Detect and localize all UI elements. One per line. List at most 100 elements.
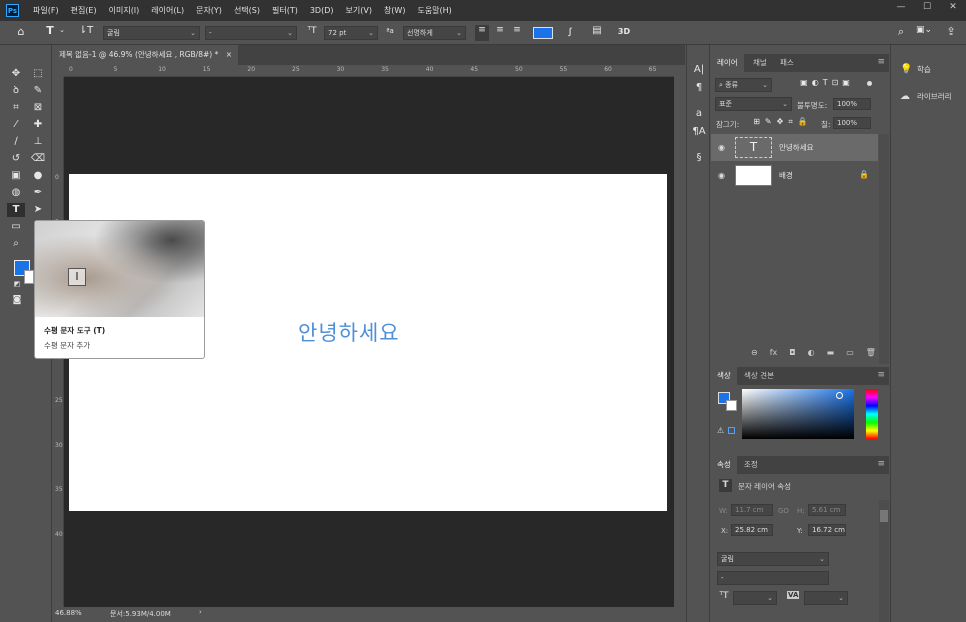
healing-brush-tool-icon[interactable]: ✚: [30, 118, 46, 132]
layer-filter-select[interactable]: ⌕ 종류 ⌄: [715, 78, 772, 92]
canvas-text-layer[interactable]: 안녕하세요: [298, 317, 400, 347]
opacity-field[interactable]: 100%: [833, 98, 871, 110]
menu-3d[interactable]: 3D(D): [304, 0, 340, 21]
tab-properties[interactable]: 속성: [711, 456, 737, 474]
font-size-select[interactable]: 72 pt ⌄: [324, 26, 378, 40]
eye-icon[interactable]: ◉: [718, 171, 725, 180]
frame-tool-icon[interactable]: ⊠: [30, 101, 46, 115]
search-icon[interactable]: ⌕: [894, 25, 908, 39]
gradient-tool-icon[interactable]: ▣: [8, 169, 24, 183]
panel-menu-icon[interactable]: ≡: [877, 57, 885, 67]
align-left-icon[interactable]: ≡: [475, 25, 489, 41]
h-field[interactable]: 5.61 cm: [808, 504, 846, 516]
eye-icon[interactable]: ◉: [718, 143, 725, 152]
layers-scrollbar[interactable]: [879, 134, 889, 364]
link-layers-icon[interactable]: ⊖: [751, 348, 758, 357]
align-right-icon[interactable]: ≡: [510, 25, 524, 35]
color-bg-swatch[interactable]: [726, 400, 737, 411]
stamp-tool-icon[interactable]: ⊥: [30, 135, 46, 149]
eraser-tool-icon[interactable]: ⌫: [30, 152, 46, 166]
crop-tool-icon[interactable]: ⌗: [8, 101, 24, 115]
fill-field[interactable]: 100%: [833, 117, 871, 129]
gamut-warning-icon[interactable]: ⚠: [717, 426, 724, 435]
menu-view[interactable]: 보기(V): [340, 0, 378, 21]
antialias-select[interactable]: 선명하게 ⌄: [403, 26, 466, 40]
text-color-swatch[interactable]: [533, 27, 553, 39]
properties-size-select[interactable]: ⌄: [733, 591, 777, 605]
type-tool-icon[interactable]: T: [7, 203, 25, 217]
marquee-tool-icon[interactable]: ⬚: [30, 67, 46, 81]
document-tab[interactable]: 제목 없음-1 @ 46.9% (안녕하세요 , RGB/8#) * ×: [53, 45, 238, 65]
warp-text-icon[interactable]: ꭍ: [563, 25, 577, 40]
swap-colors-icon[interactable]: ◩: [9, 277, 25, 291]
learn-button[interactable]: 💡 학습: [891, 59, 966, 81]
background-color-swatch[interactable]: [24, 270, 34, 284]
new-layer-icon[interactable]: ▭: [846, 348, 854, 357]
y-field[interactable]: 16.72 cm: [808, 524, 846, 536]
layer-name[interactable]: 배경: [779, 170, 793, 181]
menu-help[interactable]: 도움말(H): [411, 0, 457, 21]
status-menu-arrow[interactable]: ›: [199, 608, 202, 616]
character-panel-icon[interactable]: ▤: [590, 25, 604, 36]
eyedropper-tool-icon[interactable]: ⁄: [8, 118, 24, 132]
text-tool-preset-icon[interactable]: T: [42, 24, 58, 37]
menu-window[interactable]: 창(W): [378, 0, 412, 21]
para-styles-icon[interactable]: ¶A: [691, 125, 707, 139]
x-field[interactable]: 25.82 cm: [731, 524, 773, 536]
paragraph-icon[interactable]: ¶: [691, 81, 707, 95]
tab-adjustments[interactable]: 조정: [738, 456, 764, 474]
add-mask-icon[interactable]: ◘: [789, 348, 795, 357]
layer-filter-icons[interactable]: ▣◐T⊡▣: [781, 78, 873, 87]
glyphs-icon[interactable]: §: [691, 151, 707, 165]
lock-icons[interactable]: ⊞✎✥⌗🔒: [748, 117, 818, 127]
layer-row[interactable]: ◉ T 안녕하세요: [711, 134, 878, 161]
brush-tool-icon[interactable]: ∕: [8, 135, 24, 149]
pen-tool-icon[interactable]: ✒: [30, 186, 46, 200]
zoom-tool-icon[interactable]: ⌕: [8, 237, 24, 251]
font-style-select[interactable]: - ⌄: [205, 26, 297, 40]
vertical-scrollbar[interactable]: [674, 65, 685, 607]
menu-edit[interactable]: 편집(E): [65, 0, 103, 21]
blur-tool-icon[interactable]: ●: [30, 169, 46, 183]
tab-color[interactable]: 색상: [711, 367, 737, 385]
tab-swatches[interactable]: 색상 견본: [738, 367, 780, 385]
workspace-icon[interactable]: ▣⌄: [914, 25, 934, 35]
lasso-tool-icon[interactable]: ꝺ: [8, 84, 24, 98]
tab-layers[interactable]: 레이어: [711, 54, 744, 72]
adjustment-layer-icon[interactable]: ◐: [808, 348, 815, 357]
w-field[interactable]: 11.7 cm: [731, 504, 773, 516]
blend-mode-select[interactable]: 표준 ⌄: [715, 97, 792, 111]
text-orientation-icon[interactable]: ⇂T: [78, 25, 94, 36]
filter-toggle-icon[interactable]: [867, 81, 872, 86]
group-icon[interactable]: ▬: [827, 348, 835, 357]
tab-channels[interactable]: 채널: [747, 54, 773, 72]
menu-layer[interactable]: 레이어(L): [145, 0, 190, 21]
move-tool-icon[interactable]: ✥: [8, 67, 24, 81]
hue-slider[interactable]: [866, 389, 878, 439]
character-icon[interactable]: A|: [691, 63, 707, 77]
share-icon[interactable]: ⇪: [944, 25, 958, 38]
trash-icon[interactable]: 🗑: [866, 348, 876, 357]
chevron-down-icon[interactable]: ⌄: [58, 26, 66, 34]
menu-filter[interactable]: 필터(T): [266, 0, 304, 21]
properties-tracking-select[interactable]: ⌄: [804, 591, 848, 605]
properties-scroll-thumb[interactable]: [880, 510, 888, 522]
zoom-level[interactable]: 46.88%: [55, 609, 82, 617]
align-center-icon[interactable]: ≡: [493, 25, 507, 35]
maximize-button[interactable]: ☐: [914, 0, 940, 14]
web-safe-icon[interactable]: [728, 427, 735, 434]
menu-image[interactable]: 이미지(I): [103, 0, 146, 21]
minimize-button[interactable]: —: [888, 0, 914, 14]
menu-select[interactable]: 선택(S): [228, 0, 266, 21]
quick-select-tool-icon[interactable]: ✎: [30, 84, 46, 98]
rectangle-tool-icon[interactable]: ▭: [8, 220, 24, 234]
font-family-select[interactable]: 굴림 ⌄: [103, 26, 200, 40]
close-tab-icon[interactable]: ×: [226, 45, 232, 65]
panel-menu-icon[interactable]: ≡: [877, 459, 885, 469]
libraries-button[interactable]: ☁ 라이브러리: [891, 86, 966, 108]
tab-paths[interactable]: 패스: [774, 54, 800, 72]
menu-type[interactable]: 문자(Y): [190, 0, 228, 21]
dodge-tool-icon[interactable]: ◍: [8, 186, 24, 200]
char-styles-icon[interactable]: a: [691, 107, 707, 121]
quick-mask-icon[interactable]: ◙: [9, 293, 25, 307]
